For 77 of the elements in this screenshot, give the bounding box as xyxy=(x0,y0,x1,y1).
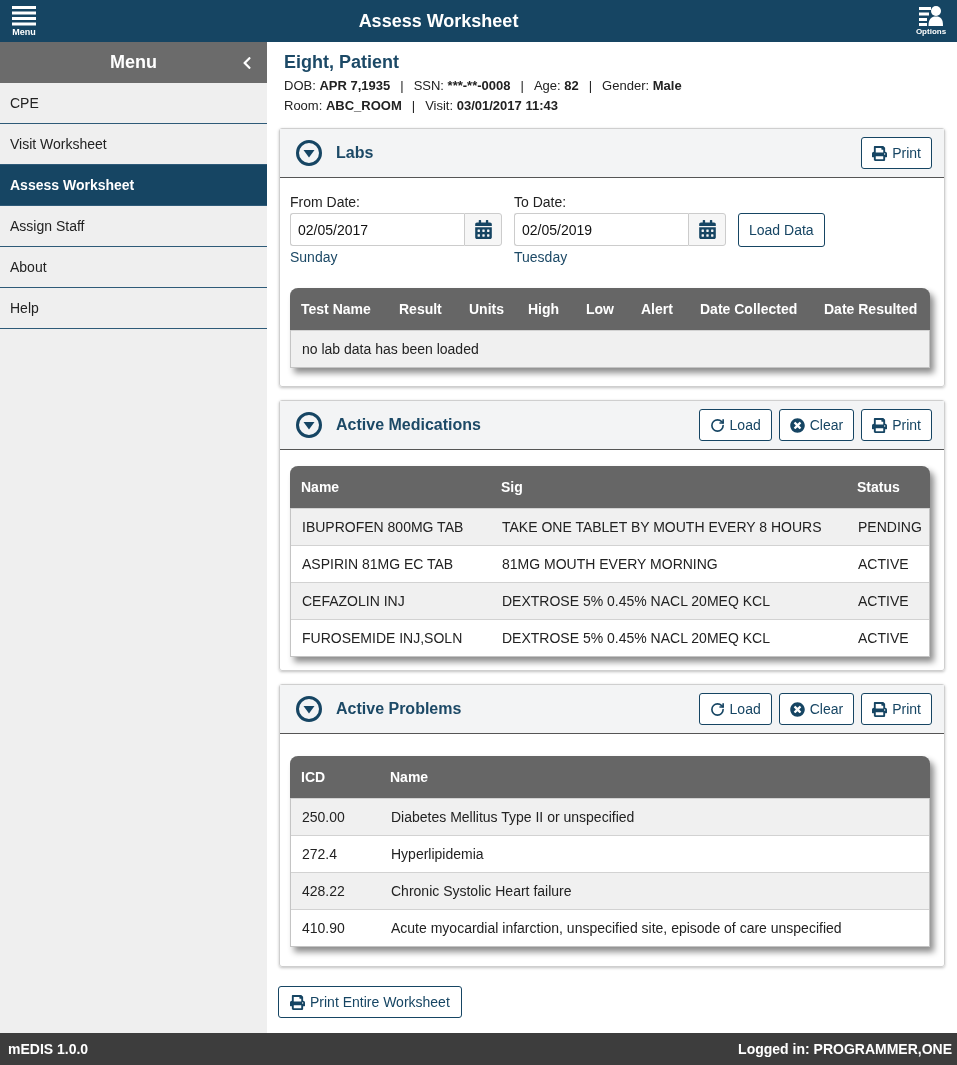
table-cell-text: Hyperlipidemia xyxy=(390,846,485,862)
sidebar-item[interactable]: Assess Worksheet xyxy=(0,165,267,206)
refresh-icon xyxy=(709,417,725,433)
weekday-label: Tuesday xyxy=(514,249,569,266)
date-label: To Date: xyxy=(514,193,568,211)
column-header: Date Resulted xyxy=(823,301,919,317)
calendar-button[interactable] xyxy=(688,213,726,246)
calendar-icon xyxy=(697,220,717,239)
column-header: Low xyxy=(585,301,615,317)
down-arrow-circle-icon[interactable] xyxy=(296,696,322,722)
table-cell-text: CEFAZOLIN INJ xyxy=(301,593,406,609)
table-cell-text: 428.22 xyxy=(301,883,346,899)
column-header: Status xyxy=(856,479,901,495)
table-cell-text: ACTIVE xyxy=(857,556,910,572)
logged-in-user: Logged in: PROGRAMMER,ONE xyxy=(738,1041,952,1057)
menu-button[interactable]: Menu xyxy=(0,0,48,42)
calendar-icon xyxy=(473,220,493,239)
printer-icon xyxy=(872,701,888,717)
column-header: Date Collected xyxy=(699,301,799,317)
printer-icon xyxy=(872,417,888,433)
table-cell-text: PENDING xyxy=(857,519,923,535)
date-label: From Date: xyxy=(290,193,361,211)
table-cell-text: IBUPROFEN 800MG TAB xyxy=(301,519,465,535)
down-arrow-circle-icon[interactable] xyxy=(296,140,322,166)
table-cell-text: DEXTROSE 5% 0.45% NACL 20MEQ KCL xyxy=(501,593,771,609)
column-header: High xyxy=(527,301,561,317)
section-title: Active Problems xyxy=(336,700,462,718)
patient-info-line: Room: ABC_ROOM | Visit: 03/01/2017 11:43 xyxy=(284,97,559,115)
empty-message: no lab data has been loaded xyxy=(301,341,480,357)
options-button[interactable]: Options xyxy=(905,0,957,42)
section-title: Labs xyxy=(336,144,374,162)
table-cell-text: 272.4 xyxy=(301,846,339,862)
column-header: Units xyxy=(468,301,505,317)
load-data-button[interactable]: Load Data xyxy=(738,213,825,247)
table-cell-text: Diabetes Mellitus Type II or unspecified xyxy=(390,809,636,825)
column-header: Test Name xyxy=(300,301,372,317)
table-cell-text: ACTIVE xyxy=(857,630,910,646)
printer-icon xyxy=(290,994,305,1010)
patient-name: Eight, Patient xyxy=(284,52,400,72)
print-button[interactable]: Print xyxy=(861,409,932,441)
down-arrow-circle-icon[interactable] xyxy=(296,412,322,438)
weekday-label: Sunday xyxy=(290,249,339,266)
date-input[interactable]: 02/05/2017 xyxy=(290,213,464,246)
sidebar-title: Menu xyxy=(109,52,158,73)
table-cell-text: Chronic Systolic Heart failure xyxy=(390,883,573,899)
patient-info-line: DOB: APR 7,1935 | SSN: ***-**-0008 | Age: 82 | Gender: Male xyxy=(284,77,683,95)
table-cell-text: FUROSEMIDE INJ,SOLN xyxy=(301,630,464,646)
app-version: mEDIS 1.0.0 xyxy=(8,1041,89,1057)
print-button[interactable]: Print xyxy=(861,693,932,725)
menu-icon xyxy=(12,5,36,26)
calendar-button[interactable] xyxy=(464,213,502,246)
clear-button[interactable]: Clear xyxy=(778,409,855,441)
column-header: Name xyxy=(389,769,430,785)
column-header: ICD xyxy=(300,769,327,785)
refresh-icon xyxy=(709,701,725,717)
date-input[interactable]: 02/05/2019 xyxy=(514,213,688,246)
table-cell-text: 410.90 xyxy=(301,920,346,936)
load-button[interactable]: Load xyxy=(698,409,772,441)
page-title: Assess Worksheet xyxy=(357,10,520,32)
table-cell-text: 81MG MOUTH EVERY MORNING xyxy=(501,556,719,572)
clear-button[interactable]: Clear xyxy=(778,693,855,725)
column-header: Result xyxy=(398,301,443,317)
section-title: Active Medications xyxy=(336,416,481,434)
table-cell-text: TAKE ONE TABLET BY MOUTH EVERY 8 HOURS xyxy=(501,519,823,535)
person-list-icon xyxy=(919,6,943,26)
table-cell-text: ACTIVE xyxy=(857,593,910,609)
column-header: Name xyxy=(300,479,341,495)
printer-icon xyxy=(872,145,888,161)
table-cell-text: 250.00 xyxy=(301,809,346,825)
table-cell-text: ASPIRIN 81MG EC TAB xyxy=(301,556,455,572)
table-cell-text: Acute myocardial infarction, unspecified site, episode of care unspecified xyxy=(390,920,843,936)
column-header: Sig xyxy=(500,479,524,495)
table-cell-text: DEXTROSE 5% 0.45% NACL 20MEQ KCL xyxy=(501,630,771,646)
print-worksheet-button[interactable]: Print Entire Worksheet xyxy=(278,986,462,1018)
print-button[interactable]: Print xyxy=(861,137,932,169)
column-header: Alert xyxy=(640,301,674,317)
load-button[interactable]: Load xyxy=(698,693,772,725)
